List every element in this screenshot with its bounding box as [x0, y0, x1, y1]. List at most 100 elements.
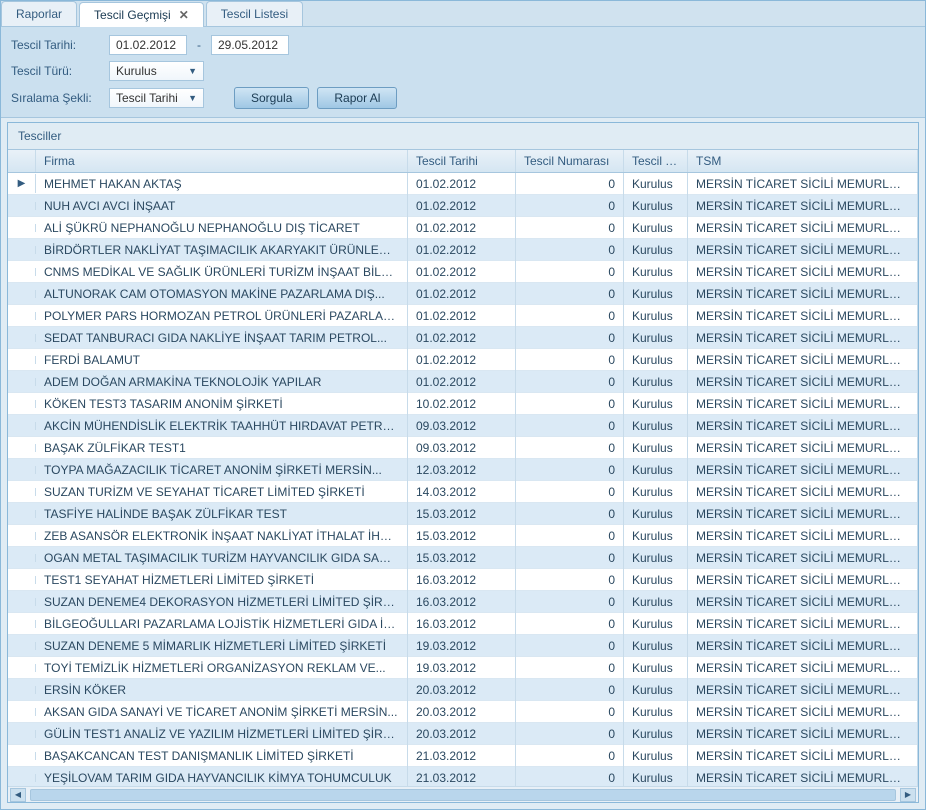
- table-row[interactable]: SUZAN DENEME4 DEKORASYON HİZMETLERİ LİMİ…: [8, 591, 918, 613]
- scroll-thumb[interactable]: [30, 789, 896, 801]
- cell-num: 0: [516, 591, 624, 613]
- table-row[interactable]: SEDAT TANBURACI GIDA NAKLİYE İNŞAAT TARI…: [8, 327, 918, 349]
- cell-tur: Kurulus: [624, 393, 688, 415]
- cell-tur: Kurulus: [624, 767, 688, 787]
- table-row[interactable]: ADEM DOĞAN ARMAKİNA TEKNOLOJİK YAPILAR01…: [8, 371, 918, 393]
- table-row[interactable]: ALİ ŞÜKRÜ NEPHANOĞLU NEPHANOĞLU DIŞ TİCA…: [8, 217, 918, 239]
- table-row[interactable]: GÜLİN TEST1 ANALİZ VE YAZILIM HİZMETLERİ…: [8, 723, 918, 745]
- row-marker: [8, 466, 36, 474]
- cell-tsm: MERSİN TİCARET SİCİLİ MEMURLUĞU: [688, 305, 918, 327]
- type-label: Tescil Türü:: [11, 64, 109, 78]
- grid-header: Firma Tescil Tarihi Tescil Numarası Tesc…: [8, 150, 918, 173]
- tab-tescil-geçmişi[interactable]: Tescil Geçmişi✕: [79, 2, 204, 27]
- cell-num: 0: [516, 173, 624, 195]
- table-row[interactable]: POLYMER PARS HORMOZAN PETROL ÜRÜNLERİ PA…: [8, 305, 918, 327]
- cell-tsm: MERSİN TİCARET SİCİLİ MEMURLUĞU: [688, 239, 918, 261]
- sort-select-value: Tescil Tarihi: [116, 91, 178, 105]
- col-num[interactable]: Tescil Numarası: [516, 150, 624, 172]
- date-label: Tescil Tarihi:: [11, 38, 109, 52]
- close-icon[interactable]: ✕: [179, 8, 189, 22]
- table-row[interactable]: SUZAN DENEME 5 MİMARLIK HİZMETLERİ LİMİT…: [8, 635, 918, 657]
- table-row[interactable]: ALTUNORAK CAM OTOMASYON MAKİNE PAZARLAMA…: [8, 283, 918, 305]
- cell-tsm: MERSİN TİCARET SİCİLİ MEMURLUĞU: [688, 217, 918, 239]
- cell-tsm: MERSİN TİCARET SİCİLİ MEMURLUĞU: [688, 173, 918, 195]
- row-marker: [8, 774, 36, 782]
- col-firma[interactable]: Firma: [36, 150, 408, 172]
- cell-tur: Kurulus: [624, 415, 688, 437]
- tab-raporlar[interactable]: Raporlar: [1, 1, 77, 26]
- table-row[interactable]: NUH AVCI AVCI İNŞAAT01.02.20120KurulusME…: [8, 195, 918, 217]
- scroll-left-icon[interactable]: ◀: [10, 788, 26, 802]
- table-row[interactable]: TOYPA MAĞAZACILIK TİCARET ANONİM ŞİRKETİ…: [8, 459, 918, 481]
- cell-tarih: 12.03.2012: [408, 459, 516, 481]
- cell-tur: Kurulus: [624, 195, 688, 217]
- table-row[interactable]: SUZAN TURİZM VE SEYAHAT TİCARET LİMİTED …: [8, 481, 918, 503]
- table-row[interactable]: BİRDÖRTLER NAKLİYAT TAŞIMACILIK AKARYAKI…: [8, 239, 918, 261]
- cell-tur: Kurulus: [624, 745, 688, 767]
- row-marker: [8, 290, 36, 298]
- cell-firma: KÖKEN TEST3 TASARIM ANONİM ŞİRKETİ: [36, 393, 408, 415]
- col-tur[interactable]: Tescil Türü: [624, 150, 688, 172]
- cell-num: 0: [516, 437, 624, 459]
- table-row[interactable]: TEST1 SEYAHAT HİZMETLERİ LİMİTED ŞİRKETİ…: [8, 569, 918, 591]
- sort-select[interactable]: Tescil Tarihi ▼: [109, 88, 204, 108]
- scroll-right-icon[interactable]: ▶: [900, 788, 916, 802]
- cell-tarih: 09.03.2012: [408, 415, 516, 437]
- cell-firma: NUH AVCI AVCI İNŞAAT: [36, 195, 408, 217]
- table-row[interactable]: BİLGEOĞULLARI PAZARLAMA LOJİSTİK HİZMETL…: [8, 613, 918, 635]
- table-row[interactable]: ▶MEHMET HAKAN AKTAŞ01.02.20120KurulusMER…: [8, 173, 918, 195]
- cell-num: 0: [516, 349, 624, 371]
- row-marker: [8, 664, 36, 672]
- tab-label: Tescil Listesi: [221, 7, 288, 21]
- app-window: RaporlarTescil Geçmişi✕ Tescil Listesi Te…: [0, 0, 926, 810]
- cell-tarih: 14.03.2012: [408, 481, 516, 503]
- table-row[interactable]: ERSİN KÖKER20.03.20120KurulusMERSİN TİCA…: [8, 679, 918, 701]
- table-row[interactable]: AKCİN MÜHENDİSLİK ELEKTRİK TAAHHÜT HIRDA…: [8, 415, 918, 437]
- cell-firma: TEST1 SEYAHAT HİZMETLERİ LİMİTED ŞİRKETİ: [36, 569, 408, 591]
- col-tarih[interactable]: Tescil Tarihi: [408, 150, 516, 172]
- cell-tur: Kurulus: [624, 305, 688, 327]
- table-row[interactable]: OGAN METAL TAŞIMACILIK TURİZM HAYVANCILI…: [8, 547, 918, 569]
- type-select[interactable]: Kurulus ▼: [109, 61, 204, 81]
- tab-tescil-listesi[interactable]: Tescil Listesi: [206, 1, 303, 26]
- table-row[interactable]: TASFİYE HALİNDE BAŞAK ZÜLFİKAR TEST15.03…: [8, 503, 918, 525]
- grid-body[interactable]: ▶MEHMET HAKAN AKTAŞ01.02.20120KurulusMER…: [8, 173, 918, 786]
- date-to-input[interactable]: [211, 35, 289, 55]
- table-row[interactable]: AKSAN GIDA SANAYİ VE TİCARET ANONİM ŞİRK…: [8, 701, 918, 723]
- horizontal-scrollbar[interactable]: ◀ ▶: [8, 786, 918, 802]
- row-marker: [8, 730, 36, 738]
- cell-firma: SUZAN TURİZM VE SEYAHAT TİCARET LİMİTED …: [36, 481, 408, 503]
- cell-num: 0: [516, 723, 624, 745]
- cell-tur: Kurulus: [624, 679, 688, 701]
- cell-num: 0: [516, 393, 624, 415]
- query-button[interactable]: Sorgula: [234, 87, 309, 109]
- row-marker: [8, 312, 36, 320]
- table-row[interactable]: ZEB ASANSÖR ELEKTRONİK İNŞAAT NAKLİYAT İ…: [8, 525, 918, 547]
- cell-tur: Kurulus: [624, 327, 688, 349]
- cell-num: 0: [516, 525, 624, 547]
- cell-tarih: 20.03.2012: [408, 723, 516, 745]
- sort-label: Sıralama Şekli:: [11, 91, 109, 105]
- cell-firma: SUZAN DENEME 5 MİMARLIK HİZMETLERİ LİMİT…: [36, 635, 408, 657]
- cell-firma: CNMS MEDİKAL VE SAĞLIK ÜRÜNLERİ TURİZM İ…: [36, 261, 408, 283]
- table-row[interactable]: FERDİ BALAMUT01.02.20120KurulusMERSİN Tİ…: [8, 349, 918, 371]
- cell-tur: Kurulus: [624, 437, 688, 459]
- row-marker: [8, 378, 36, 386]
- cell-tarih: 21.03.2012: [408, 767, 516, 787]
- row-marker: [8, 708, 36, 716]
- report-button[interactable]: Rapor Al: [317, 87, 397, 109]
- table-row[interactable]: KÖKEN TEST3 TASARIM ANONİM ŞİRKETİ10.02.…: [8, 393, 918, 415]
- cell-tsm: MERSİN TİCARET SİCİLİ MEMURLUĞU: [688, 195, 918, 217]
- row-marker: [8, 598, 36, 606]
- table-row[interactable]: TOYİ TEMİZLİK HİZMETLERİ ORGANİZASYON RE…: [8, 657, 918, 679]
- table-row[interactable]: YEŞİLOVAM TARIM GIDA HAYVANCILIK KİMYA T…: [8, 767, 918, 786]
- table-row[interactable]: CNMS MEDİKAL VE SAĞLIK ÜRÜNLERİ TURİZM İ…: [8, 261, 918, 283]
- table-row[interactable]: BAŞAKCANCAN TEST DANIŞMANLIK LİMİTED ŞİR…: [8, 745, 918, 767]
- cell-tsm: MERSİN TİCARET SİCİLİ MEMURLUĞU: [688, 591, 918, 613]
- date-from-input[interactable]: [109, 35, 187, 55]
- table-row[interactable]: BAŞAK ZÜLFİKAR TEST109.03.20120KurulusME…: [8, 437, 918, 459]
- col-tsm[interactable]: TSM: [688, 150, 918, 172]
- cell-tarih: 20.03.2012: [408, 679, 516, 701]
- date-separator: -: [197, 38, 201, 52]
- cell-tur: Kurulus: [624, 349, 688, 371]
